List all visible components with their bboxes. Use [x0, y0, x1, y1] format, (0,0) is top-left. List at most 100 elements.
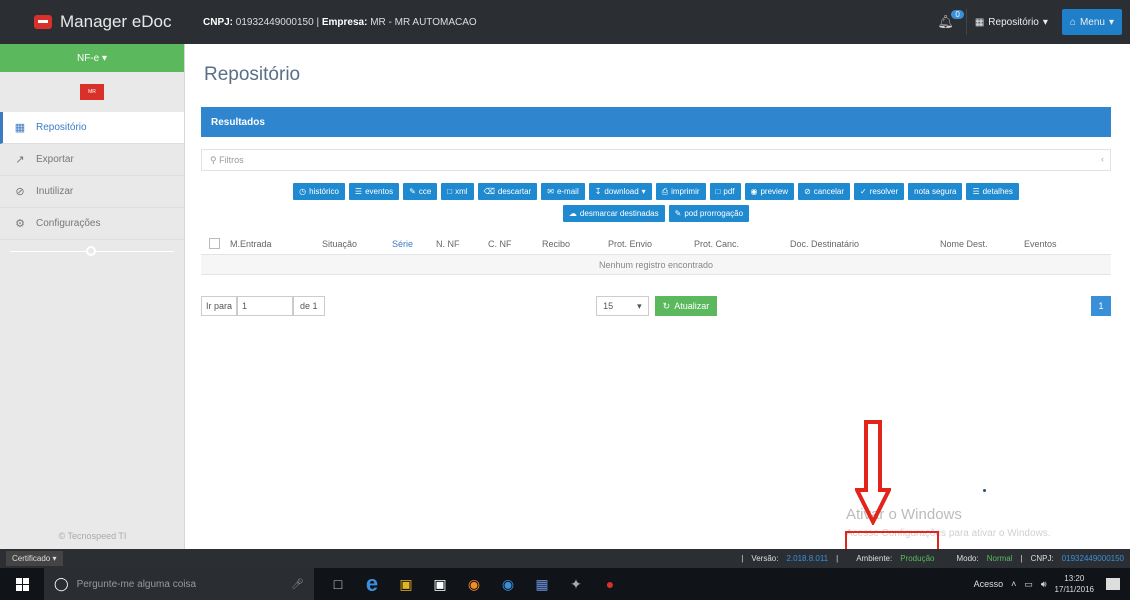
- pagination: Ir para de 1 15 ▾ ↻ Atualizar 1: [201, 293, 1111, 319]
- chevron-left-icon: ‹: [1101, 154, 1104, 164]
- edge-icon[interactable]: e: [362, 571, 382, 596]
- notification-badge: 0: [951, 10, 964, 19]
- windows-logo-icon: [15, 577, 29, 591]
- company-name: MR - MR AUTOMACAO: [370, 16, 477, 28]
- action-center-icon[interactable]: [1106, 578, 1120, 590]
- search-icon: ⚲: [210, 154, 220, 165]
- version-label: Versão:: [751, 554, 779, 563]
- certificado-dropdown[interactable]: Certificado ▾: [6, 551, 63, 566]
- details-icon: ☰: [972, 187, 980, 196]
- sidebar-item-configuracoes[interactable]: ⚙ Configurações: [0, 208, 184, 240]
- col-doc-destinatario[interactable]: Doc. Destinatário: [790, 239, 940, 249]
- brand[interactable]: Manager eDoc: [0, 0, 185, 44]
- col-n-nf[interactable]: N. NF: [436, 239, 488, 249]
- col-eventos[interactable]: Eventos: [1024, 239, 1074, 249]
- eventos-button[interactable]: ☰ eventos: [348, 183, 400, 200]
- xml-button[interactable]: □ xml: [441, 183, 474, 200]
- page-1-button[interactable]: 1: [1091, 296, 1111, 316]
- check-icon: ✓: [860, 187, 867, 196]
- refresh-icon: ↻: [662, 300, 671, 311]
- brand-name: Manager eDoc: [60, 12, 172, 31]
- pdf-button[interactable]: □ pdf: [709, 183, 741, 200]
- clock-time: 13:20: [1064, 574, 1085, 583]
- chrome-icon[interactable]: ◉: [464, 574, 484, 594]
- col-recibo[interactable]: Recibo: [542, 239, 608, 249]
- nota-segura-button[interactable]: nota segura: [908, 183, 963, 200]
- detalhes-button[interactable]: ☰ detalhes: [966, 183, 1019, 200]
- page-title: Repositório: [204, 64, 301, 85]
- imprimir-button[interactable]: ⎙ imprimir: [655, 183, 706, 200]
- resolver-button[interactable]: ✓ resolver: [854, 183, 905, 200]
- slider-knob[interactable]: [86, 246, 96, 256]
- cce-button[interactable]: ✎ cce: [403, 183, 438, 200]
- statusbar-cnpj-value[interactable]: 01932449000150: [1062, 554, 1124, 563]
- version-value[interactable]: 2.018.8.011: [786, 554, 828, 563]
- sidebar-slider[interactable]: [0, 242, 184, 260]
- eye-icon: ◉: [750, 187, 758, 196]
- windows-taskbar: ◯ Pergunte-me alguma coisa 🎤︎ □ e ▣ ▣ ◉ …: [0, 568, 1130, 600]
- copyright: © Tecnospeed TI: [58, 531, 127, 541]
- app-blue-icon[interactable]: ◉: [498, 574, 518, 594]
- caret-down-icon: ▾: [641, 187, 646, 196]
- mode-value[interactable]: Normal: [987, 554, 1013, 563]
- file-explorer-icon[interactable]: ▣: [396, 574, 416, 594]
- windows-start-button[interactable]: [0, 568, 44, 600]
- tray-caret-icon[interactable]: ˄: [1011, 579, 1016, 589]
- home-icon: ⌂: [1069, 16, 1076, 28]
- list-icon: ☰: [354, 187, 363, 196]
- repositorio-dropdown[interactable]: ▦ Repositório ▾: [965, 9, 1056, 35]
- notifications-button[interactable]: 🔔︎ 0: [931, 10, 964, 30]
- col-prot-envio[interactable]: Prot. Envio: [608, 239, 694, 249]
- col-serie[interactable]: Série: [392, 239, 436, 249]
- volume-icon[interactable]: 🔊︎: [1041, 579, 1047, 590]
- nfe-label: NF-e: [76, 52, 100, 64]
- cancelar-button[interactable]: ⊘ cancelar: [798, 183, 851, 200]
- mode-label: Modo:: [956, 554, 979, 563]
- sidebar-item-exportar[interactable]: ↗ Exportar: [0, 144, 184, 176]
- historico-button[interactable]: ◷ histórico: [293, 183, 345, 200]
- filters-toggle[interactable]: ⚲ Filtros ‹: [201, 149, 1111, 171]
- app-tool-icon[interactable]: ✦: [566, 574, 586, 594]
- col-m-entrada[interactable]: M.Entrada: [230, 239, 322, 249]
- env-value[interactable]: Produção: [900, 554, 934, 563]
- col-c-nf[interactable]: C. NF: [488, 239, 542, 249]
- company-logo: MR: [80, 84, 104, 100]
- cortana-search[interactable]: ◯ Pergunte-me alguma coisa 🎤︎: [44, 568, 314, 600]
- preview-button[interactable]: ◉ preview: [744, 183, 795, 200]
- statusbar-cnpj-label: CNPJ:: [1030, 554, 1054, 563]
- store-icon[interactable]: ▣: [430, 574, 450, 594]
- nfe-selector[interactable]: NF-e ▾: [0, 44, 184, 72]
- sidebar-item-label: Repositório: [36, 122, 87, 133]
- sidebar-item-repositorio[interactable]: ▦ Repositório: [0, 112, 184, 144]
- main-content: Repositório Resultados ⚲ Filtros ‹ ◷ hist…: [186, 44, 1130, 549]
- download-button[interactable]: ↧ download ▾: [588, 183, 652, 200]
- manager-edoc-taskbar-icon[interactable]: ●: [600, 574, 620, 594]
- clock[interactable]: 13:20 17/11/2016: [1055, 573, 1094, 595]
- ban-icon: ⊘: [804, 187, 811, 196]
- app-calculator-icon[interactable]: ▦: [532, 574, 552, 594]
- per-page-select[interactable]: 15 ▾: [596, 296, 649, 316]
- caret-down-icon: ▾: [1042, 16, 1048, 28]
- sidebar-item-label: Exportar: [36, 154, 74, 165]
- desmarcar-destinadas-button[interactable]: ☁ desmarcar destinadas: [562, 205, 665, 222]
- descartar-button[interactable]: ⌫ descartar: [477, 183, 538, 200]
- network-icon[interactable]: ▭: [1024, 579, 1033, 590]
- sidebar-item-inutilizar[interactable]: ⊘ Inutilizar: [0, 176, 184, 208]
- select-all-checkbox[interactable]: [209, 238, 220, 249]
- microphone-icon: 🎤︎: [291, 578, 304, 590]
- col-nome-dest[interactable]: Nome Dest.: [940, 239, 1024, 249]
- tray-label: Acesso: [973, 579, 1004, 589]
- pod-prorrogacao-button[interactable]: ✎ pod prorrogação: [668, 205, 750, 222]
- empty-message: Nenhum registro encontrado: [201, 255, 1111, 275]
- task-view-icon[interactable]: □: [328, 574, 348, 594]
- col-situacao[interactable]: Situação: [322, 239, 392, 249]
- menu-dropdown[interactable]: ⌂ Menu ▾: [1061, 9, 1122, 35]
- sidebar-item-label: Configurações: [36, 218, 101, 229]
- repositorio-dropdown-label: Repositório: [988, 16, 1039, 28]
- email-button[interactable]: ✉ e-mail: [541, 183, 585, 200]
- caret-down-icon: ▾: [637, 300, 642, 311]
- goto-page-input[interactable]: [237, 296, 294, 316]
- atualizar-button[interactable]: ↻ Atualizar: [654, 296, 718, 316]
- col-prot-canc[interactable]: Prot. Canc.: [694, 239, 790, 249]
- pdf-icon: □: [715, 187, 721, 196]
